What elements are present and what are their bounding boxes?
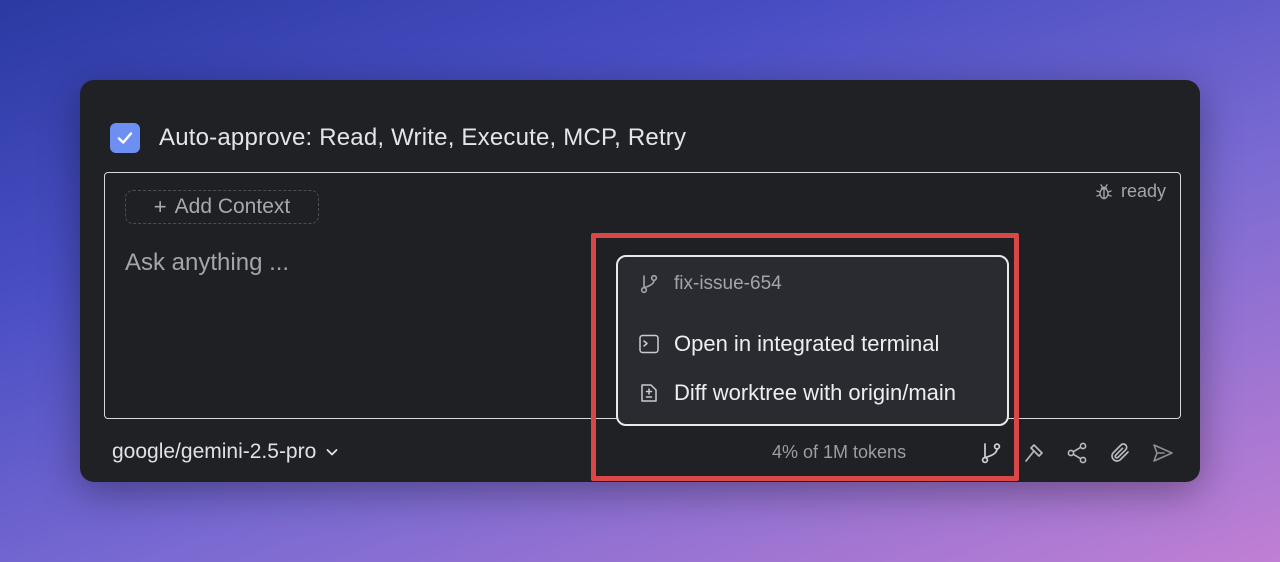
add-context-button[interactable]: + Add Context [125, 190, 319, 224]
status-text: ready [1120, 181, 1166, 201]
highlight-box [591, 233, 1019, 481]
chat-panel: Auto-approve: Read, Write, Execute, MCP,… [80, 80, 1200, 482]
auto-approve-row[interactable]: Auto-approve: Read, Write, Execute, MCP,… [110, 122, 686, 154]
plus-icon: + [153, 194, 167, 219]
paperclip-icon [1111, 443, 1129, 462]
checkmark-icon [117, 132, 133, 144]
hammer-icon [1025, 444, 1043, 462]
status-indicator: ready [1095, 181, 1166, 202]
chevron-down-icon [326, 449, 338, 456]
share-icon [1067, 442, 1087, 464]
prompt-input[interactable] [125, 243, 585, 283]
model-selector[interactable]: google/gemini-2.5-pro [112, 440, 340, 464]
share-button[interactable] [1063, 439, 1091, 467]
send-icon [1153, 444, 1173, 462]
auto-approve-label: Auto-approve: Read, Write, Execute, MCP,… [159, 124, 687, 151]
send-button[interactable] [1149, 439, 1177, 467]
auto-approve-checkbox[interactable] [110, 123, 140, 153]
bug-icon [1096, 183, 1112, 199]
tools-button[interactable] [1020, 439, 1048, 467]
add-context-label: Add Context [174, 195, 291, 218]
attach-button[interactable] [1106, 439, 1134, 467]
model-name: google/gemini-2.5-pro [112, 440, 317, 463]
